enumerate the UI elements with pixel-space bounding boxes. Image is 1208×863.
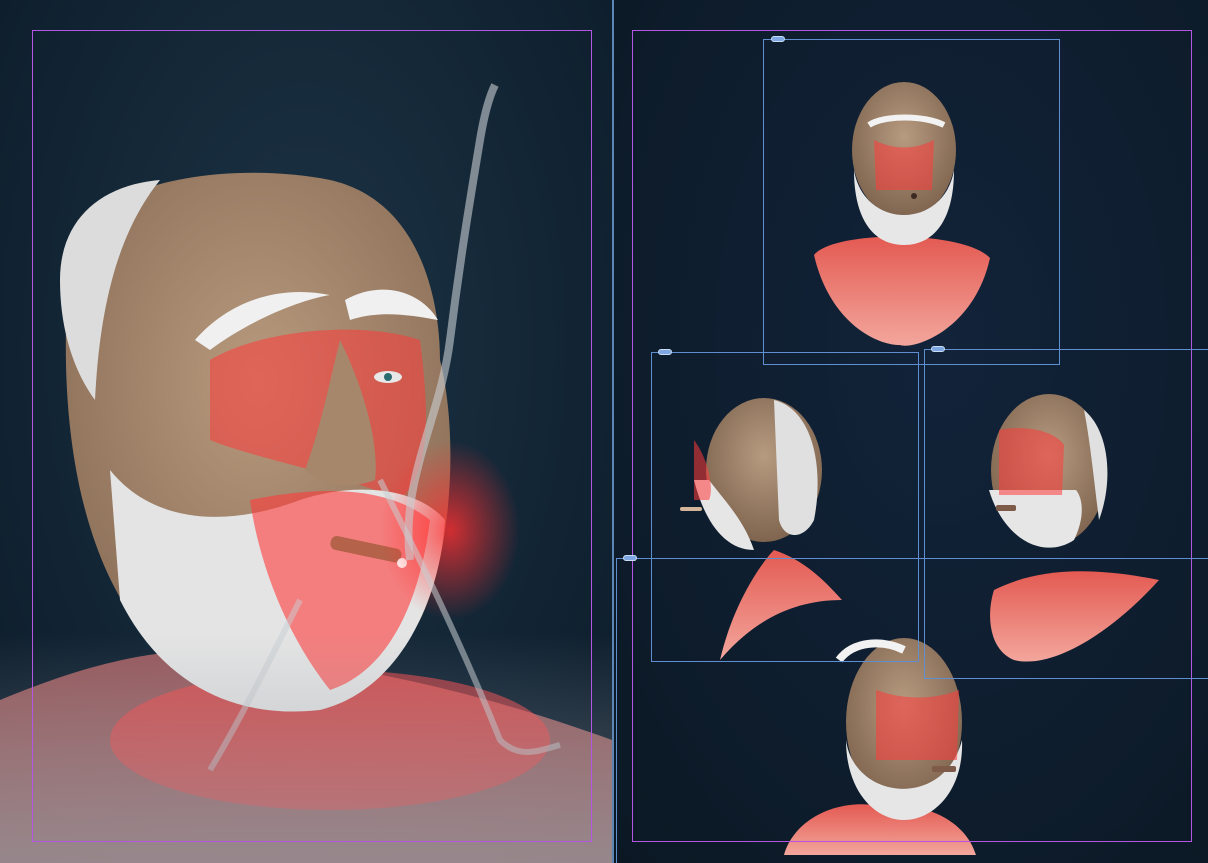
ember-glow bbox=[380, 440, 520, 620]
frame-handle-icon[interactable] bbox=[931, 346, 945, 352]
fog-overlay bbox=[0, 633, 612, 863]
viewport-right-multiview[interactable] bbox=[614, 0, 1208, 863]
viewport-left-closeup[interactable] bbox=[0, 0, 612, 863]
eye-iris bbox=[384, 373, 392, 381]
frame-handle-icon[interactable] bbox=[658, 349, 672, 355]
frame-handle-icon[interactable] bbox=[623, 555, 637, 561]
camera-frame-bottom[interactable] bbox=[616, 558, 1208, 863]
frame-handle-icon[interactable] bbox=[771, 36, 785, 42]
camera-frame-front[interactable] bbox=[763, 39, 1060, 365]
